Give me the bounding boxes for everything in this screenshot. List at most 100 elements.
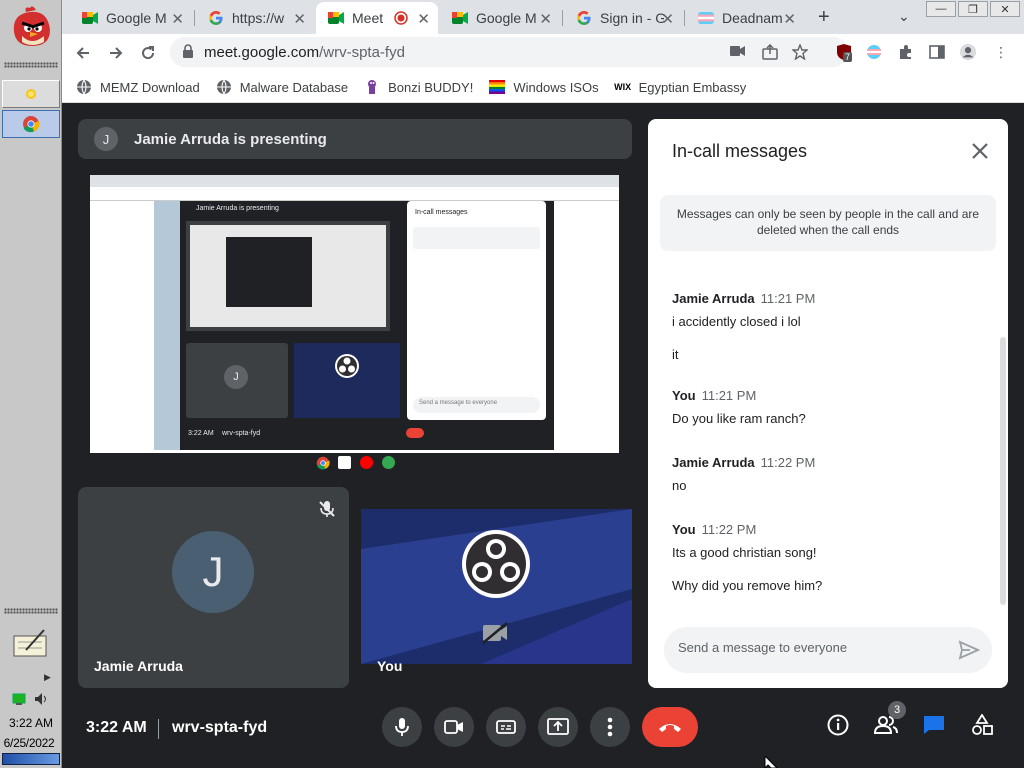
tab-search-chevron-icon[interactable]: ⌄ xyxy=(898,8,910,25)
share-icon[interactable] xyxy=(762,44,778,60)
google-meet-icon xyxy=(328,10,344,26)
ublock-extension-icon[interactable]: 7 xyxy=(835,43,853,62)
taskbar-app-button[interactable] xyxy=(2,80,60,108)
camera-button[interactable] xyxy=(434,707,474,747)
os-taskbar: ▶ 3:22 AM 6/25/2022 xyxy=(0,0,62,768)
angry-bird-icon[interactable] xyxy=(8,6,54,50)
new-tab-button[interactable]: + xyxy=(818,6,830,29)
trans-flag-extension-icon[interactable] xyxy=(865,43,883,61)
shared-taskbar xyxy=(154,201,180,450)
system-clock-time[interactable]: 3:22 AM xyxy=(0,716,62,730)
shared-tile-you xyxy=(294,343,400,418)
bookmark-bonzi-buddy[interactable]: Bonzi BUDDY! xyxy=(364,79,473,95)
extension-badge: 7 xyxy=(843,52,853,62)
close-tab-icon[interactable]: ✕ xyxy=(783,10,796,28)
tab-title: https://w xyxy=(232,10,285,26)
meeting-code: wrv-spta-fyd xyxy=(172,719,268,736)
tab-google-meet-1[interactable]: Google M ✕ xyxy=(70,2,192,34)
url-text: meet.google.com/wrv-spta-fyd xyxy=(204,44,405,61)
address-bar[interactable]: meet.google.com/wrv-spta-fyd xyxy=(170,37,848,67)
message-time: 11:22 PM xyxy=(701,522,757,537)
tab-deadname[interactable]: Deadnam ✕ xyxy=(686,2,804,34)
taskbar-chrome-button[interactable] xyxy=(2,110,60,138)
hang-up-icon xyxy=(659,724,681,732)
drive-icon xyxy=(382,456,395,469)
participant-tile-you[interactable]: You xyxy=(361,487,632,688)
bookmark-star-icon[interactable] xyxy=(792,44,808,60)
microphone-button[interactable] xyxy=(382,707,422,747)
maximize-button[interactable]: ❐ xyxy=(958,1,988,17)
shared-os-taskbar xyxy=(90,453,619,472)
shared-chat-title: In-call messages xyxy=(415,209,468,216)
meeting-time: 3:22 AM xyxy=(86,719,147,736)
tab-title: Sign in - G xyxy=(600,10,664,26)
divider xyxy=(158,719,159,739)
bookmark-windows-isos[interactable]: Windows ISOs xyxy=(489,79,599,95)
close-window-button[interactable]: ✕ xyxy=(990,1,1020,17)
participant-tile-jamie[interactable]: J Jamie Arruda xyxy=(78,487,349,688)
extensions-puzzle-icon[interactable] xyxy=(897,43,915,61)
chat-message-group: You 11:21 PM Do you like ram ranch? xyxy=(672,388,982,426)
message-header: You 11:22 PM xyxy=(672,522,982,537)
bookmark-malware-database[interactable]: Malware Database xyxy=(216,79,348,95)
send-icon[interactable] xyxy=(958,640,980,660)
start-bar[interactable] xyxy=(2,753,60,765)
meeting-details-button[interactable] xyxy=(824,711,852,739)
minimize-button[interactable]: — xyxy=(926,1,956,17)
menu-kebab-icon[interactable]: ⋮ xyxy=(992,43,1010,61)
close-tab-icon[interactable]: ✕ xyxy=(661,10,674,28)
more-options-button[interactable] xyxy=(590,707,630,747)
captions-button[interactable] xyxy=(486,707,526,747)
leave-call-button[interactable] xyxy=(642,707,698,747)
tray-expand-icon[interactable]: ▶ xyxy=(44,672,51,683)
notepad-icon[interactable] xyxy=(12,626,48,658)
taskbar-grip[interactable] xyxy=(4,608,58,614)
tab-title: Google M xyxy=(106,10,167,26)
chat-message-group: Jamie Arruda 11:22 PM no xyxy=(672,455,982,493)
message-text: Do you like ram ranch? xyxy=(672,411,806,426)
forward-arrow-icon[interactable] xyxy=(103,40,129,66)
close-tab-icon[interactable]: ✕ xyxy=(293,10,306,28)
present-screen-button[interactable] xyxy=(538,707,578,747)
google-meet-icon xyxy=(452,10,468,26)
network-icon[interactable] xyxy=(12,692,26,706)
chat-input-box[interactable] xyxy=(664,627,992,673)
participant-avatar: J xyxy=(172,531,254,613)
close-tab-icon[interactable]: ✕ xyxy=(171,10,184,28)
chat-notice: Messages can only be seen by people in t… xyxy=(660,195,996,251)
tab-meet-active[interactable]: Meet ✕ xyxy=(316,2,438,34)
globe-icon xyxy=(76,79,92,95)
google-icon xyxy=(576,10,592,26)
close-tab-icon[interactable]: ✕ xyxy=(417,10,430,28)
back-arrow-icon[interactable] xyxy=(70,40,96,66)
camera-indicator-icon[interactable] xyxy=(730,44,746,58)
camera-icon xyxy=(444,720,463,734)
chat-button[interactable] xyxy=(920,711,948,739)
browser-window: Google M ✕ https://w ✕ Meet ✕ Google M ✕… xyxy=(62,0,1024,103)
chat-scrollbar[interactable] xyxy=(1000,337,1006,605)
tab-sign-in[interactable]: Sign in - G ✕ xyxy=(564,2,682,34)
camera-off-icon xyxy=(482,622,508,644)
close-tab-icon[interactable]: ✕ xyxy=(539,10,552,28)
taskbar-grip[interactable] xyxy=(4,62,58,68)
tab-google-meet-2[interactable]: Google M ✕ xyxy=(440,2,560,34)
globe-icon xyxy=(216,79,232,95)
side-panel-icon[interactable] xyxy=(928,43,946,61)
close-icon[interactable] xyxy=(968,139,992,163)
volume-icon[interactable] xyxy=(34,692,50,706)
shared-nested-meet xyxy=(226,237,312,307)
reload-icon[interactable] xyxy=(135,40,161,66)
tab-https[interactable]: https://w ✕ xyxy=(196,2,314,34)
shared-tile-jamie: J xyxy=(186,343,288,418)
message-text: i accidently closed i lol xyxy=(672,314,801,329)
chat-message-input[interactable] xyxy=(678,640,948,655)
shared-chat-panel: In-call messages Send a message to every… xyxy=(407,201,546,420)
system-clock-date[interactable]: 6/25/2022 xyxy=(0,736,62,750)
profile-avatar-icon[interactable] xyxy=(959,43,977,61)
presenter-avatar: J xyxy=(94,127,118,151)
bookmark-egyptian-embassy[interactable]: WIX Egyptian Embassy xyxy=(614,79,746,95)
bookmark-memz[interactable]: MEMZ Download xyxy=(76,79,200,95)
lock-icon[interactable] xyxy=(182,44,194,58)
shared-address-bar xyxy=(90,187,619,201)
activities-button[interactable] xyxy=(968,711,996,739)
